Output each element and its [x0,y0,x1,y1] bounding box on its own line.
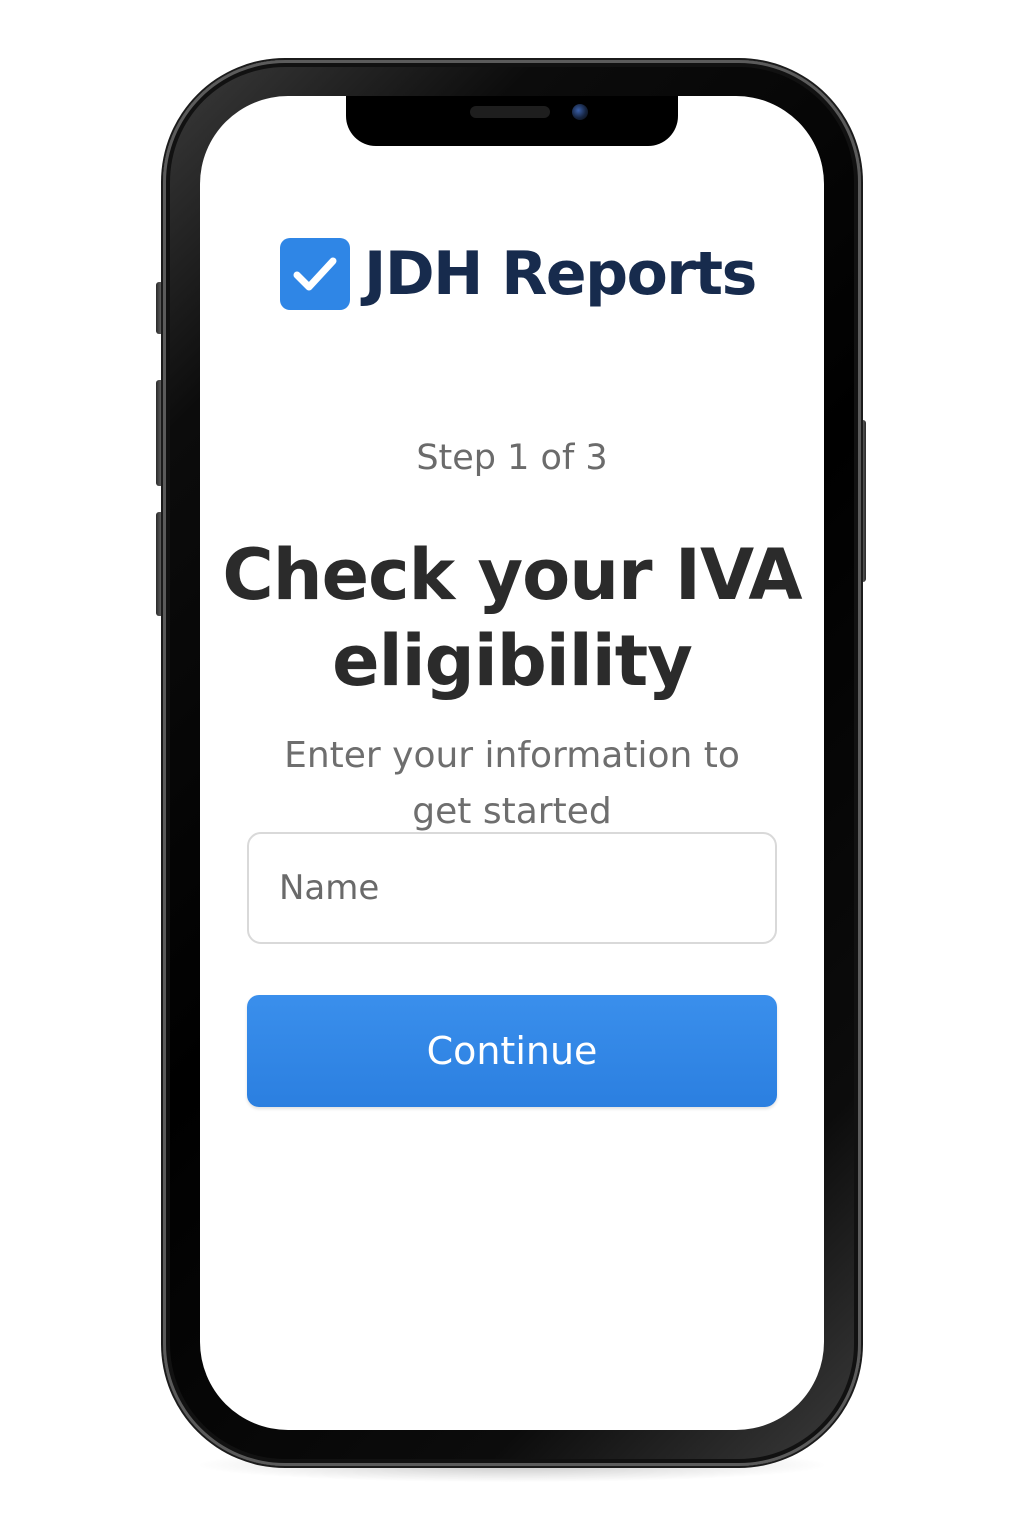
phone-screen: JDH Reports Step 1 of 3 Check your IVA e… [200,96,824,1430]
continue-button[interactable]: Continue [247,995,777,1107]
phone-notch [346,96,678,146]
check-icon [280,238,350,310]
check-icon-glyph [293,257,337,291]
phone-frame: JDH Reports Step 1 of 3 Check your IVA e… [163,60,861,1466]
brand-header: JDH Reports [280,238,757,310]
front-camera [572,104,588,120]
page-title: Check your IVA eligibility [222,534,802,702]
stage: JDH Reports Step 1 of 3 Check your IVA e… [0,0,1024,1536]
step-indicator: Step 1 of 3 [416,438,608,478]
brand-name: JDH Reports [364,239,757,309]
earpiece-speaker [470,106,550,118]
page-subtitle: Enter your information to get started [284,735,740,832]
name-field[interactable] [247,832,777,944]
